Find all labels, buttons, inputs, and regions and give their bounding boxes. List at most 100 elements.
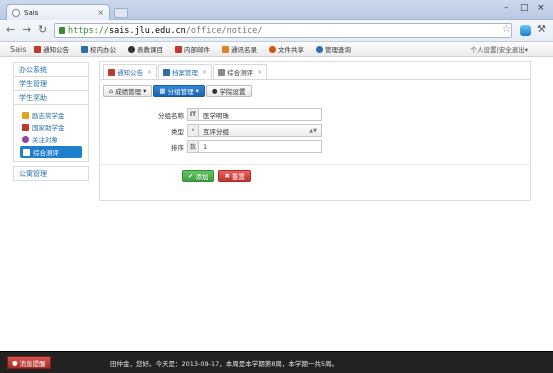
close-icon[interactable]: × (147, 69, 152, 76)
content-tabs: 通知公告 × 档案管理 × 综合测评 × (103, 64, 268, 79)
nav-label: 内部邮件 (184, 46, 210, 54)
cap-icon (128, 45, 135, 53)
form-row-order: 排序 数 1 (100, 140, 322, 153)
reload-icon[interactable]: ↻ (38, 23, 47, 36)
number-icon: 数 (187, 140, 199, 153)
sidebar-item-label: 关注对象 (32, 136, 58, 144)
tab-label: 综合测评 (227, 69, 254, 77)
button-label: 消息提醒 (19, 359, 46, 368)
close-icon[interactable]: × (202, 69, 207, 76)
focus-icon (22, 135, 29, 143)
nav-notice[interactable]: 通知公告 (34, 44, 69, 54)
welcome-status-text: 田仲金，您好。今天是：2013-09-17，本周是本学期第8周，本学期一共5周。 (110, 360, 339, 368)
text-icon: IT (187, 108, 199, 121)
url-path: /office/notice/ (185, 25, 263, 36)
nav-mail[interactable]: 内部邮件 (175, 44, 210, 54)
form-row-type: 类型 ⚬ 互评分组 ▲▼ (100, 124, 322, 137)
sidebar-aid-group: 励志奖学金 国家助学金 关注对象 综合测评 (13, 105, 89, 162)
sidebar-section-dorm[interactable]: 公寓管理 (13, 166, 89, 181)
mail-icon (175, 45, 182, 53)
browser-tab[interactable]: Sais × (6, 4, 110, 20)
bookmark-star-icon[interactable]: ☆ (502, 24, 511, 35)
button-label: 成绩管理 (115, 88, 142, 96)
type-icon: ⚬ (187, 124, 199, 137)
sidebar-item-evaluation[interactable]: 综合测评 (20, 146, 82, 158)
query-icon (316, 45, 323, 53)
close-icon: ✖ (224, 172, 230, 180)
sidebar-section-office[interactable]: 办公系统 (13, 62, 89, 77)
home-icon: ⌂ (109, 87, 114, 95)
office-icon (81, 45, 88, 53)
sidebar-item-grant[interactable]: 国家助学金 (14, 121, 88, 133)
url-text: https://sais.jlu.edu.cn/office/notice/ (68, 26, 262, 36)
user-menu[interactable]: 个人设置|安全退出▾ (471, 44, 528, 54)
evaluate-icon (23, 148, 30, 156)
notice-icon (108, 68, 115, 76)
sidebar: 办公系统 学生管理 学生奖助 励志奖学金 国家助学金 关注对象 综合测评 公寓管… (13, 62, 89, 181)
url-scheme: https:// (68, 25, 109, 36)
caret-down-icon: ▾ (143, 87, 147, 95)
new-tab-button[interactable] (114, 8, 128, 18)
sidebar-item-label: 励志奖学金 (32, 112, 65, 120)
main-panel: 通知公告 × 档案管理 × 综合测评 × ⌂ 成绩管理 ▾ ▦ 分组管理 ▾ ● 学院设置 分组… (99, 61, 531, 201)
type-select[interactable]: 互评分组 ▲▼ (199, 124, 322, 137)
form-row-name: 分组名称 IT 医学明珠 (100, 108, 322, 121)
wrench-menu-icon[interactable]: ⚒ (537, 24, 546, 35)
nav-label: 文件共享 (278, 46, 304, 54)
group-name-label: 分组名称 (158, 111, 184, 120)
group-name-input[interactable]: 医学明珠 (199, 108, 322, 121)
forward-icon[interactable]: → (22, 23, 31, 36)
evaluate-icon (218, 68, 226, 76)
notice-icon (34, 45, 41, 53)
extension-icon[interactable] (520, 25, 531, 36)
tab-notice[interactable]: 通知公告 × (103, 64, 158, 79)
sidebar-item-label: 国家助学金 (32, 124, 65, 132)
share-icon (269, 45, 276, 53)
browser-titlebar: Sais × – □ × (0, 0, 553, 20)
sidebar-section-students[interactable]: 学生管理 (13, 76, 89, 91)
nav-label: 通知公告 (43, 46, 69, 54)
grade-management-button[interactable]: ⌂ 成绩管理 ▾ (103, 85, 153, 97)
tab-favicon-icon (12, 8, 20, 17)
lock-icon (59, 27, 65, 34)
url-bar[interactable]: https://sais.jlu.edu.cn/office/notice/ (54, 23, 512, 38)
order-label: 排序 (171, 143, 184, 152)
tab-archive[interactable]: 档案管理 × (158, 64, 213, 79)
maximize-icon[interactable]: □ (520, 3, 529, 13)
nav-query[interactable]: 管理查询 (316, 44, 351, 54)
nav-share[interactable]: 文件共享 (269, 44, 304, 54)
sidebar-item-focus[interactable]: 关注对象 (14, 133, 88, 145)
actions-divider (100, 164, 530, 165)
reset-button[interactable]: ✖ 重置 (218, 170, 251, 182)
app-top-nav: Sais 通知公告 校内办公 表教课目 内部邮件 通讯名录 文件共享 管理查询 … (0, 42, 553, 57)
college-settings-button[interactable]: ● 学院设置 (205, 85, 252, 97)
tab-divider (100, 79, 530, 80)
form-actions: ✔ 添加 ✖ 重置 (182, 170, 251, 182)
nav-courses[interactable]: 表教课目 (128, 44, 163, 54)
order-input[interactable]: 1 (199, 140, 322, 153)
button-label: 学院设置 (219, 88, 246, 96)
sidebar-item-scholarship[interactable]: 励志奖学金 (14, 109, 88, 121)
app-brand[interactable]: Sais (0, 45, 34, 54)
nav-office[interactable]: 校内办公 (81, 44, 116, 54)
close-icon[interactable]: × (257, 69, 262, 76)
type-label: 类型 (171, 127, 184, 136)
add-button[interactable]: ✔ 添加 (182, 170, 215, 182)
sidebar-item-label: 综合测评 (33, 149, 59, 157)
minimize-icon[interactable]: – (504, 3, 509, 13)
sidebar-section-aid[interactable]: 学生奖助 (13, 90, 89, 105)
tab-title: Sais (24, 8, 39, 17)
function-buttons: ⌂ 成绩管理 ▾ ▦ 分组管理 ▾ ● 学院设置 (103, 85, 252, 97)
tab-evaluation[interactable]: 综合测评 × (213, 64, 268, 79)
window-close-icon[interactable]: × (537, 3, 545, 13)
caret-down-icon: ▾ (195, 87, 199, 95)
nav-label: 表教课目 (137, 46, 163, 54)
back-icon[interactable]: ← (6, 23, 15, 36)
tab-close-icon[interactable]: × (97, 8, 104, 17)
grid-icon: ▦ (159, 87, 166, 95)
message-alert-button[interactable]: ● 消息提醒 (7, 356, 51, 369)
tab-label: 通知公告 (117, 69, 143, 77)
nav-contacts[interactable]: 通讯名录 (222, 44, 257, 54)
group-management-button[interactable]: ▦ 分组管理 ▾ (153, 85, 205, 97)
gear-icon: ● (211, 87, 218, 95)
